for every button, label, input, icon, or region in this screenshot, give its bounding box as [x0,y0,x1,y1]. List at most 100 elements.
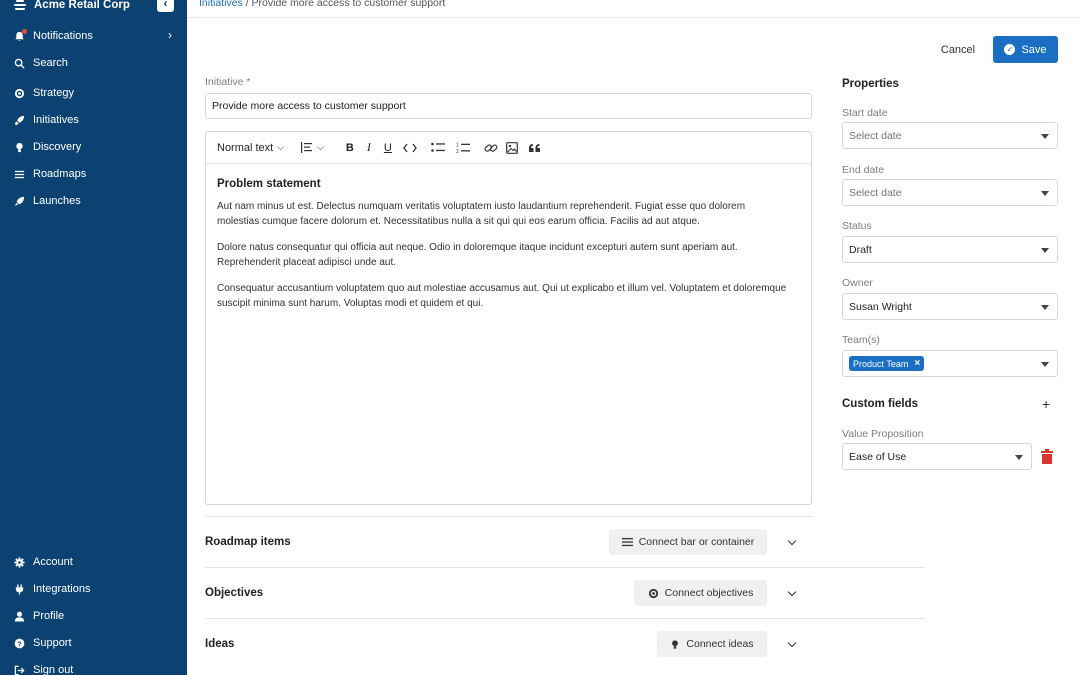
editor-heading: Problem statement [217,178,321,190]
sidebar-item-account[interactable]: Account [14,553,174,571]
start-date-label: Start date [842,107,888,119]
objectives-title: Objectives [205,587,264,599]
connect-objectives-label: Connect objectives [664,587,754,599]
owner-select[interactable]: Susan Wright [842,293,1058,320]
connect-ideas-label: Connect ideas [686,638,754,650]
owner-value: Susan Wright [849,300,912,313]
text-style-label: Normal text [217,141,274,154]
save-button[interactable]: ✓ Save [993,36,1058,63]
bullet-list-button[interactable] [431,139,445,157]
bell-icon [14,28,27,42]
org-switcher[interactable]: Acme Retail Corp [14,0,130,14]
sidebar-item-roadmaps[interactable]: Roadmaps [14,165,174,183]
value-proposition-select[interactable]: Ease of Use [842,443,1032,470]
save-label: Save [1021,43,1047,56]
sidebar-item-strategy[interactable]: Strategy [14,84,174,102]
align-dropdown[interactable]: ⌵ [301,139,324,157]
editor-content[interactable]: Problem statement Aut nam minus ut est. … [206,164,811,311]
cancel-button[interactable]: Cancel [932,40,984,60]
collapse-sidebar-button[interactable]: ‹ [157,0,174,12]
caret-down-icon [1041,305,1049,310]
editor-paragraph: Aut nam minus ut est. Delectus numquam v… [217,201,746,227]
sidebar-item-profile[interactable]: Profile [14,607,174,625]
connect-objectives-button[interactable]: Connect objectives [634,580,767,606]
target-icon [14,88,25,99]
sidebar-item-label: Notifications [33,30,93,42]
align-left-icon [301,142,313,153]
logo-icon [14,0,26,10]
code-icon [403,143,417,152]
close-icon[interactable]: × [914,358,920,369]
svg-text:2: 2 [456,149,459,154]
bold-button[interactable]: B [346,139,354,157]
numbered-list-button[interactable]: 12 [456,139,470,157]
italic-button[interactable]: I [367,139,371,157]
sidebar-item-label: Discovery [33,141,82,153]
user-icon [14,611,25,622]
link-icon [484,144,498,152]
section-divider [205,516,812,517]
check-circle-icon: ✓ [1004,44,1016,55]
sidebar-item-support[interactable]: ? Support [14,634,174,652]
expand-objectives-button[interactable] [786,587,798,599]
trash-icon[interactable] [1041,449,1053,464]
bullet-list-icon [431,142,445,152]
start-date-select[interactable]: Select date [842,122,1058,149]
sidebar-item-label: Search [33,57,68,69]
image-icon [505,141,518,154]
image-button[interactable] [505,139,518,157]
caret-down-icon [1041,191,1049,196]
sidebar-item-label: Initiatives [33,114,79,126]
initiative-title-input[interactable]: Provide more access to customer support [205,93,812,119]
team-chip: Product Team × [849,356,925,371]
sidebar-item-label: Account [33,556,73,568]
sidebar-item-sign-out[interactable]: Sign out [14,661,174,675]
editor-paragraph: Consequatur accusantium voluptatem quo a… [217,283,787,309]
properties-title: Properties [842,78,899,90]
chevron-down-icon [787,536,797,545]
end-date-select[interactable]: Select date [842,179,1058,206]
owner-label: Owner [842,277,873,289]
sidebar-item-launches[interactable]: Launches [14,192,174,210]
start-date-placeholder: Select date [849,129,902,142]
chevron-down-icon [787,587,797,596]
code-button[interactable] [403,139,417,157]
end-date-placeholder: Select date [849,186,902,199]
expand-ideas-button[interactable] [786,638,798,650]
caret-down-icon [1041,134,1049,139]
help-icon: ? [14,638,25,649]
breadcrumb: Initiatives / Provide more access to cus… [199,0,445,9]
sidebar-item-initiatives[interactable]: Initiatives [14,111,174,129]
connect-bar-button[interactable]: Connect bar or container [609,529,767,555]
sidebar-item-search[interactable]: Search [14,54,174,72]
sign-out-icon [14,665,25,675]
sidebar-item-label: Launches [33,195,81,207]
value-proposition-value: Ease of Use [849,450,907,463]
sidebar-item-notifications[interactable]: Notifications › [14,27,174,45]
underline-button[interactable]: U [384,139,392,157]
breadcrumb-parent-link[interactable]: Initiatives [199,0,243,9]
section-divider [205,567,925,568]
sidebar-item-integrations[interactable]: Integrations [14,580,174,598]
sidebar-item-label: Support [33,637,72,649]
sidebar-item-label: Roadmaps [33,168,87,180]
sidebar-item-label: Strategy [33,87,74,99]
connect-ideas-button[interactable]: Connect ideas [657,631,767,657]
connect-bar-label: Connect bar or container [638,536,755,548]
add-custom-field-button[interactable]: + [1042,396,1050,412]
link-button[interactable] [484,139,498,157]
rocket-icon [14,115,25,126]
teams-select[interactable]: Product Team × [842,350,1058,377]
sidebar-item-discovery[interactable]: Discovery [14,138,174,156]
rocket-launch-icon [14,196,25,207]
expand-roadmap-items-button[interactable] [786,536,798,548]
blockquote-button[interactable] [528,139,541,157]
text-style-dropdown[interactable]: Normal text ⌵ [217,139,284,157]
status-select[interactable]: Draft [842,236,1058,263]
sidebar-item-label: Sign out [33,664,74,675]
lightbulb-icon [672,639,679,649]
caret-down-icon [1041,362,1049,367]
initiative-label: Initiative * [205,76,251,88]
sidebar: Acme Retail Corp ‹ Notifications › Searc… [0,0,187,675]
quote-icon [528,143,540,152]
